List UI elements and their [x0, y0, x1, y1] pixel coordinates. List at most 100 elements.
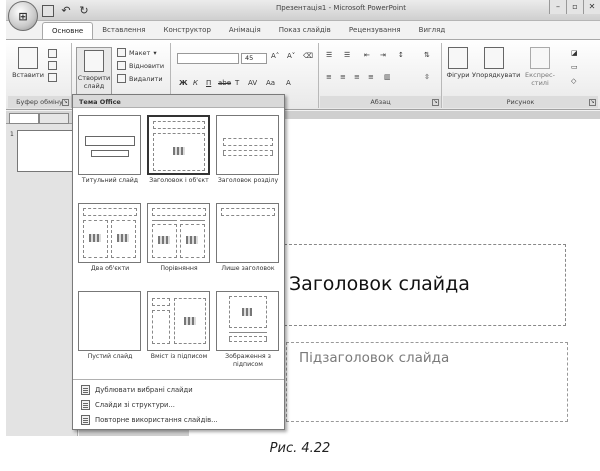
strikethrough-button[interactable]: abe: [218, 79, 231, 87]
tab-design[interactable]: Конструктор: [155, 22, 220, 39]
slides-tab[interactable]: [9, 113, 39, 124]
shape-fill-icon[interactable]: ◪: [571, 49, 578, 57]
tab-insert[interactable]: Вставлення: [93, 22, 154, 39]
grow-font-icon[interactable]: A˄: [271, 52, 279, 60]
title-placeholder-text: Заголовок слайда: [289, 273, 470, 295]
undo-icon[interactable]: ↶: [60, 4, 72, 17]
subtitle-placeholder[interactable]: Підзаголовок слайда: [286, 342, 568, 422]
layout-thumbnail: [78, 291, 141, 351]
close-button[interactable]: ✕: [583, 0, 600, 14]
figure-caption: Рис. 4.22: [269, 441, 331, 456]
bullets-icon[interactable]: ☰: [326, 51, 332, 59]
maximize-button[interactable]: ▫: [566, 0, 583, 14]
tab-slideshow[interactable]: Показ слайдів: [270, 22, 340, 39]
copy-button[interactable]: [48, 61, 57, 70]
shapes-label: Фігури: [446, 71, 470, 79]
layout-content-with-caption[interactable]: Вміст із підписом: [145, 289, 213, 379]
underline-button[interactable]: П: [206, 79, 211, 87]
subtitle-placeholder-text: Підзаголовок слайда: [299, 350, 450, 366]
shapes-button[interactable]: Фігури: [445, 47, 471, 79]
tab-view[interactable]: Вигляд: [410, 22, 455, 39]
clipboard-launcher-icon[interactable]: ↘: [62, 99, 69, 106]
tab-animation[interactable]: Анімація: [220, 22, 270, 39]
decrease-indent-icon[interactable]: ⇤: [364, 51, 370, 59]
paragraph-group-label: Абзац: [320, 96, 441, 108]
outline-tab[interactable]: [39, 113, 69, 124]
reset-icon: [117, 61, 126, 70]
shape-outline-icon[interactable]: ▭: [571, 63, 578, 71]
quick-styles-button[interactable]: Експрес-стилі: [517, 47, 563, 87]
format-painter-button[interactable]: [48, 73, 57, 82]
ribbon-tabs: Основне Вставлення Конструктор Анімація …: [42, 22, 454, 39]
paste-button[interactable]: Вставити: [12, 47, 44, 79]
new-slide-label: Створити слайд: [77, 74, 111, 90]
layout-blank[interactable]: Пустий слайд: [76, 289, 144, 379]
slides-from-outline-item[interactable]: Слайди зі структури...: [81, 398, 175, 411]
layout-thumbnail: [78, 115, 141, 175]
layout-title-only[interactable]: Лише заголовок: [214, 201, 282, 291]
reuse-slides-label: Повторне використання слайдів...: [95, 415, 218, 424]
layout-label: Пустий слайд: [87, 353, 133, 360]
layout-thumbnail: [78, 203, 141, 263]
align-text-icon[interactable]: ⇳: [424, 73, 430, 81]
italic-button[interactable]: К: [193, 79, 198, 87]
align-left-icon[interactable]: ≡: [326, 73, 332, 81]
shape-effects-icon[interactable]: ◇: [571, 77, 576, 85]
duplicate-slides-label: Дублювати вибрані слайди: [95, 385, 193, 394]
duplicate-slides-item[interactable]: Дублювати вибрані слайди: [81, 383, 193, 396]
reuse-slides-item[interactable]: Повторне використання слайдів...: [81, 413, 218, 426]
text-direction-icon[interactable]: ⇅: [424, 51, 430, 59]
arrange-label: Упорядкувати: [472, 71, 521, 79]
tab-home[interactable]: Основне: [42, 22, 94, 39]
redo-icon[interactable]: ↻: [78, 4, 90, 17]
layout-section-header[interactable]: Заголовок розділу: [214, 113, 282, 203]
shrink-font-icon[interactable]: A˅: [287, 52, 295, 60]
office-button[interactable]: ⊞: [8, 1, 38, 31]
bold-button[interactable]: Ж: [179, 79, 188, 87]
columns-icon[interactable]: ▥: [384, 73, 391, 81]
layout-comparison[interactable]: Порівняння: [145, 201, 213, 291]
numbering-icon[interactable]: ☰: [344, 51, 350, 59]
slide-thumbnail[interactable]: [17, 130, 73, 172]
layout-two-content[interactable]: Два об'єкти: [76, 201, 144, 291]
quick-styles-icon: [530, 47, 550, 69]
reset-button[interactable]: Відновити: [117, 61, 164, 70]
new-slide-button[interactable]: Створити слайд: [76, 47, 112, 95]
justify-icon[interactable]: ≡: [368, 73, 374, 81]
increase-indent-icon[interactable]: ⇥: [380, 51, 386, 59]
layout-label: Заголовок і об'єкт: [149, 177, 209, 184]
cut-button[interactable]: [48, 49, 57, 58]
duplicate-slides-icon: [81, 384, 90, 395]
tab-review[interactable]: Рецензування: [340, 22, 410, 39]
layout-label: Два об'єкти: [90, 265, 130, 272]
title-placeholder[interactable]: Заголовок слайда: [284, 244, 566, 326]
outline-icon: [81, 399, 90, 410]
paragraph-launcher-icon[interactable]: ↘: [432, 99, 439, 106]
align-center-icon[interactable]: ≡: [340, 73, 346, 81]
char-spacing-button[interactable]: AV: [248, 79, 257, 87]
clear-format-icon[interactable]: ⌫: [303, 52, 313, 60]
delete-slide-button[interactable]: Видалити: [117, 74, 163, 83]
layout-picture-with-caption[interactable]: Зображення з підписом: [214, 289, 282, 379]
layout-title-and-content[interactable]: Заголовок і об'єкт: [145, 113, 213, 203]
save-icon[interactable]: [42, 4, 54, 17]
minimize-button[interactable]: –: [549, 0, 566, 14]
layout-label: Порівняння: [160, 265, 198, 272]
reset-label: Відновити: [129, 61, 165, 70]
change-case-button[interactable]: Аа: [266, 79, 275, 87]
arrange-button[interactable]: Упорядкувати: [472, 47, 520, 79]
text-shadow-button[interactable]: Т: [235, 79, 239, 87]
font-color-button[interactable]: А: [286, 79, 291, 87]
layout-button[interactable]: Макет ▾: [117, 48, 157, 57]
drawing-launcher-icon[interactable]: ↘: [589, 99, 596, 106]
align-right-icon[interactable]: ≡: [354, 73, 360, 81]
layout-thumbnail: [216, 115, 279, 175]
paragraph-group: ☰ ☰ ⇤ ⇥ ↕ ⇅ ≡ ≡ ≡ ≡ ▥ ⇳ Абзац ↘: [320, 43, 442, 108]
layout-label: Вміст із підписом: [150, 353, 208, 360]
line-spacing-icon[interactable]: ↕: [398, 51, 404, 59]
font-size-field[interactable]: 45: [241, 53, 267, 64]
layout-title-slide[interactable]: Титульний слайд: [76, 113, 144, 203]
layout-thumbnail: [216, 291, 279, 351]
paste-label: Вставити: [12, 71, 44, 79]
font-name-field[interactable]: [177, 53, 239, 64]
